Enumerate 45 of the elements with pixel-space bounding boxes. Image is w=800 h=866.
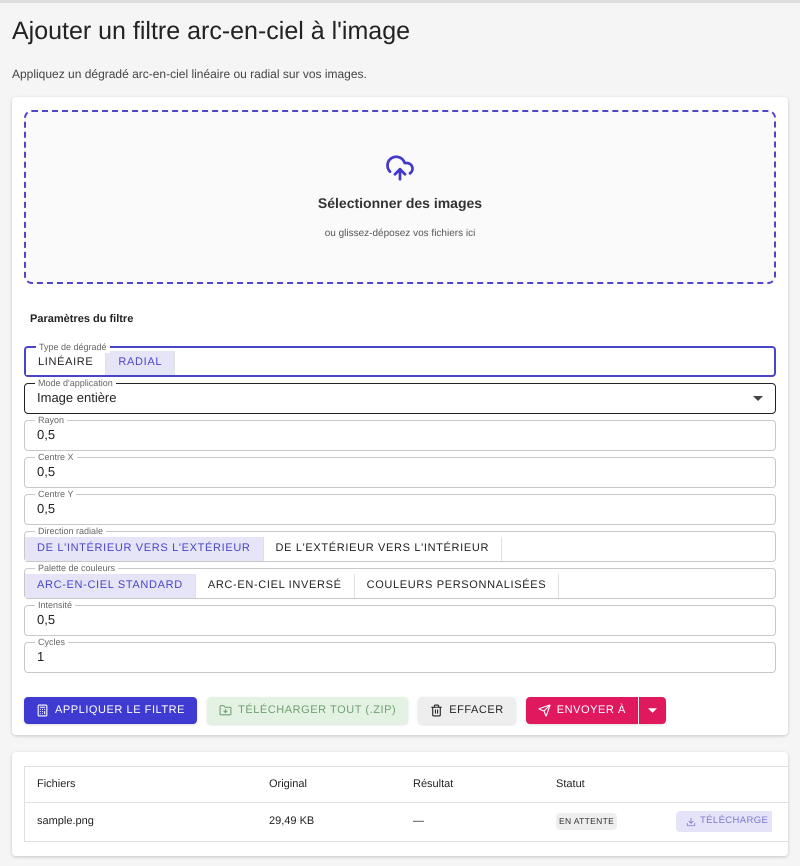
section-heading: Paramètres du filtre [30, 312, 134, 327]
field-label: Cycles [35, 636, 68, 648]
toggle-option[interactable]: RADIAL [106, 350, 176, 374]
table-cell-text: sample.png [36, 814, 95, 830]
clear-button[interactable]: EFFACER [418, 696, 516, 724]
table-cell-text: 29,49 KB [269, 814, 316, 830]
trash-icon [430, 704, 444, 716]
column-header: Fichiers [36, 776, 77, 792]
toggle-option[interactable]: LINÉAIRE [26, 350, 106, 374]
folder-icon [219, 704, 232, 716]
field-value: 0,5 [37, 611, 56, 630]
field-value: 0,5 [37, 463, 56, 482]
caret-icon [648, 708, 657, 712]
field-label: Centre X [35, 450, 77, 462]
dropzone-hint: ou glissez-déposez vos fichiers ici [324, 227, 476, 241]
toggle-option[interactable]: DE L'INTÉRIEUR VERS L'EXTÉRIEUR [25, 536, 264, 560]
field-value: 1 [37, 648, 44, 666]
field-label: Centre Y [35, 488, 76, 500]
column-header: Original [269, 776, 308, 792]
field-value: Image entière [37, 389, 116, 408]
field-value: 0,5 [37, 426, 56, 444]
send-icon [538, 704, 551, 716]
download-icon [686, 816, 696, 826]
toggle-option[interactable]: ARC-EN-CIEL STANDARD [25, 574, 196, 598]
field-label: Intensité [35, 598, 76, 610]
column-header: Statut [556, 776, 586, 792]
table-cell-text: — [413, 814, 425, 830]
field-value: 0,5 [37, 500, 56, 518]
status-badge: EN ATTENTE [556, 813, 618, 830]
field-label: Direction radiale [35, 524, 106, 536]
page-title: Ajouter un filtre arc-en-ciel à l'image [12, 16, 411, 47]
dropdown-button[interactable] [638, 696, 666, 724]
field-label: Mode d'application [35, 376, 116, 388]
apply-button[interactable]: APPLIQUER LE FILTRE [24, 696, 198, 724]
calculator-icon [36, 704, 49, 716]
upload-icon [385, 153, 415, 183]
page-subtitle: Appliquez un dégradé arc-en-ciel linéaire ou radial sur vos images. [12, 66, 368, 83]
field-label: Palette de couleurs [35, 562, 118, 574]
field-label: Rayon [35, 414, 68, 426]
send-button[interactable]: ENVOYER À [526, 696, 638, 724]
dropzone-title: Sélectionner des images [318, 194, 482, 213]
dropzone[interactable]: Sélectionner des images ou glissez-déposez vos fichiers ici [24, 110, 776, 284]
column-header: Résultat [413, 776, 454, 792]
caret-icon [753, 396, 763, 400]
field-label: Type de dégradé [36, 340, 110, 352]
